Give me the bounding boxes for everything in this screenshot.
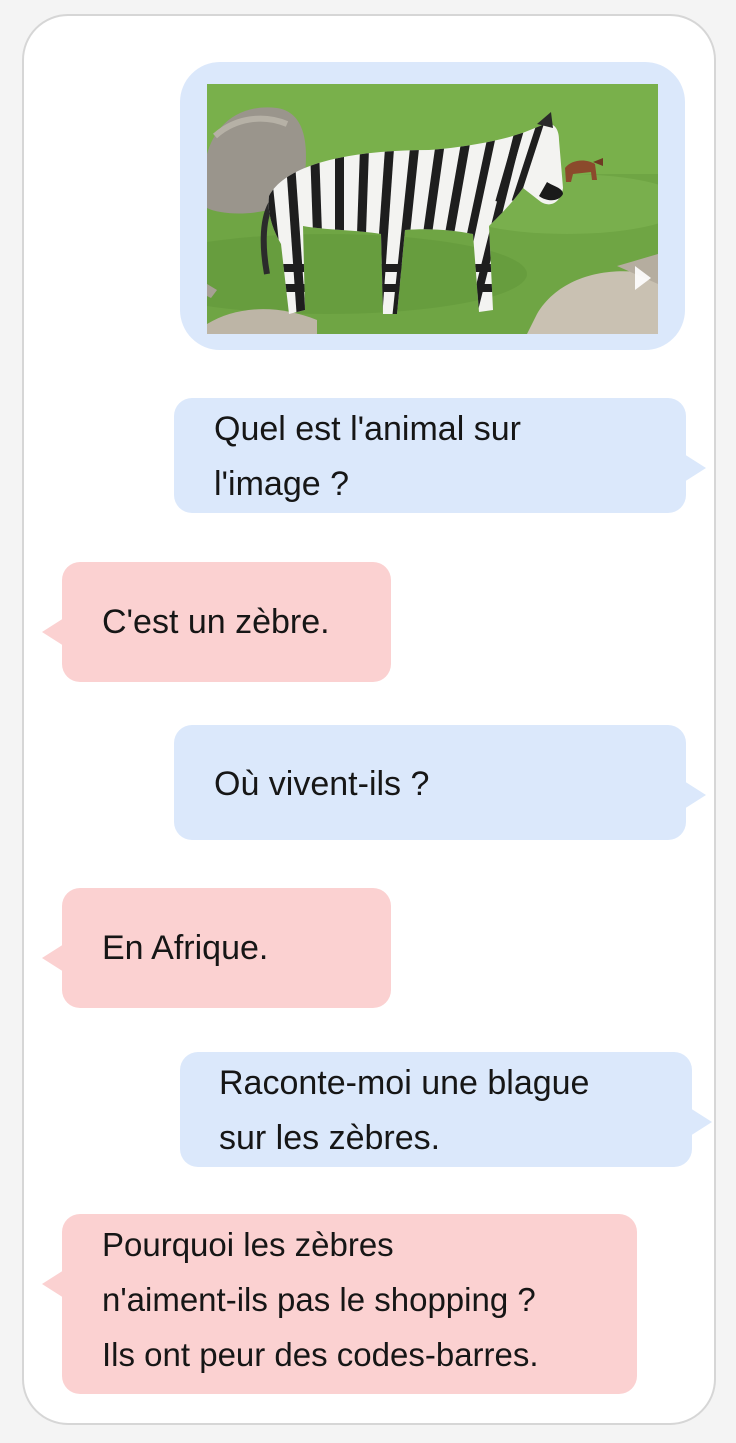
- user-message: Où vivent-ils ?: [174, 725, 706, 840]
- message-text: Raconte-moi une blague sur les zèbres.: [219, 1064, 590, 1157]
- message-text: Pourquoi les zèbres n'aiment-ils pas le …: [102, 1226, 539, 1373]
- user-message: Quel est l'animal sur l'image ?: [174, 398, 706, 513]
- message-text: En Afrique.: [102, 929, 269, 967]
- user-message: Raconte-moi une blague sur les zèbres.: [180, 1052, 712, 1167]
- zebra-photo[interactable]: [207, 84, 658, 334]
- assistant-message: En Afrique.: [42, 888, 391, 1008]
- message-text: Où vivent-ils ?: [214, 765, 430, 803]
- message-text: Quel est l'animal sur l'image ?: [214, 410, 521, 503]
- assistant-message: Pourquoi les zèbres n'aiment-ils pas le …: [42, 1214, 637, 1394]
- message-text: C'est un zèbre.: [102, 603, 330, 641]
- assistant-message: C'est un zèbre.: [42, 562, 391, 682]
